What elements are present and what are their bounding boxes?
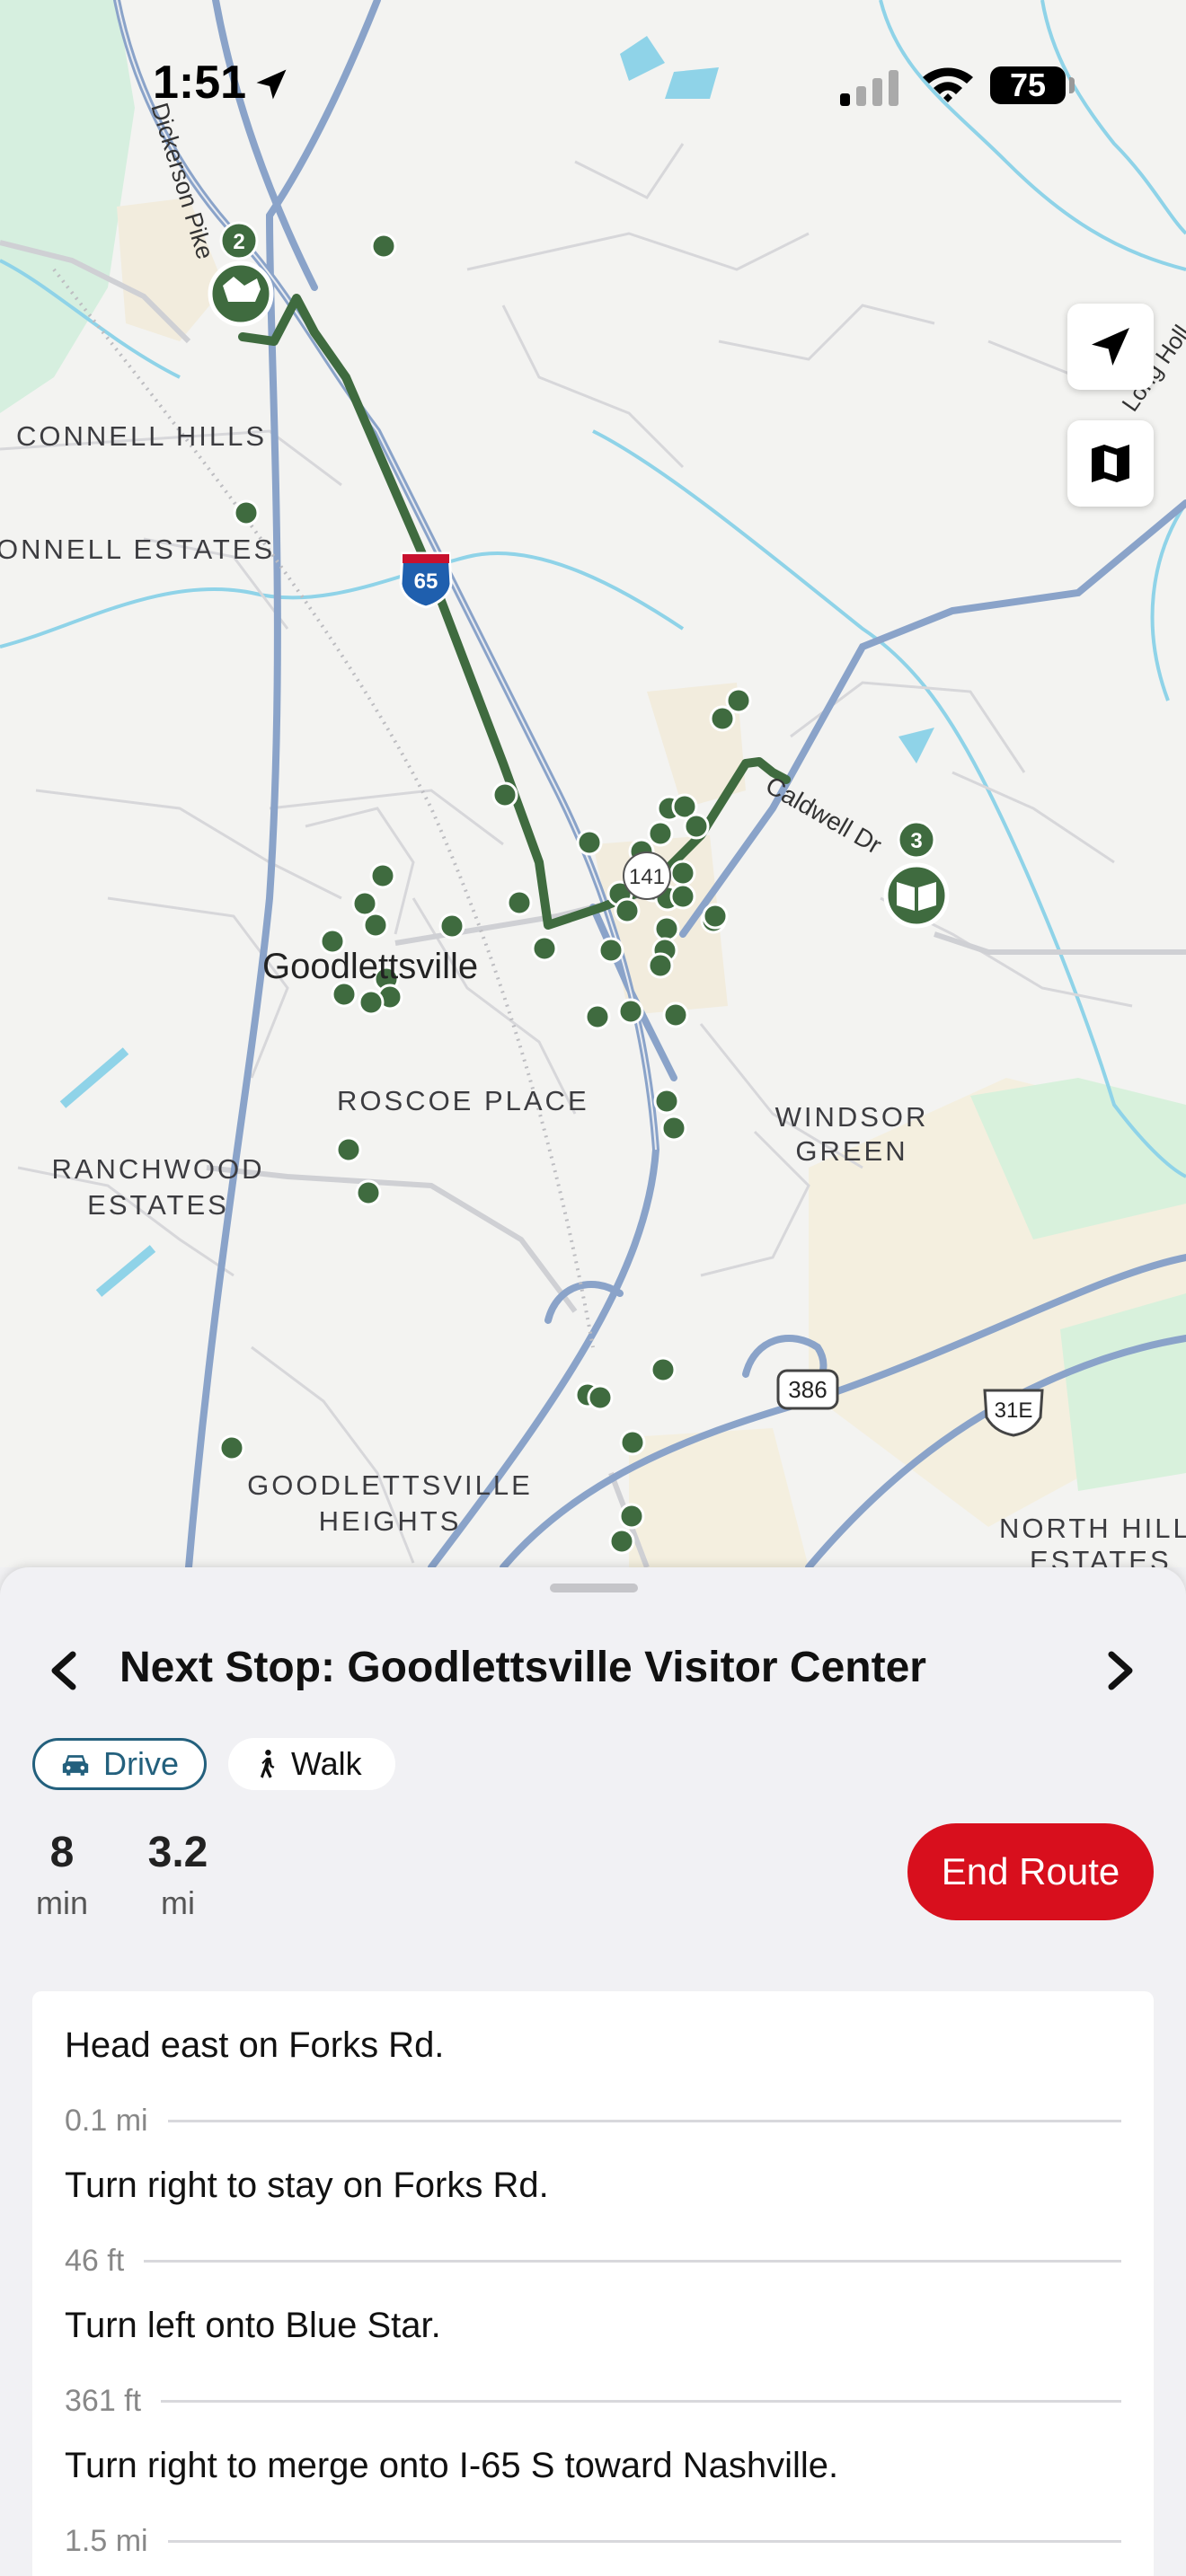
directions-list: Head east on Forks Rd. 0.1 mi Turn right…	[32, 1991, 1154, 2576]
trip-distance-value: 3.2	[147, 1829, 208, 1876]
list-item[interactable]: Head east on Forks Rd. 0.1 mi	[65, 2025, 1154, 2138]
direction-text: Head east on Forks Rd.	[65, 2025, 445, 2065]
sheet-grabber[interactable]	[550, 1584, 638, 1592]
location-arrow-icon	[1092, 328, 1129, 366]
direction-text: Turn left onto Blue Star.	[65, 2306, 441, 2345]
shield-386-label: 386	[788, 1376, 827, 1403]
stop-3-number: 3	[910, 829, 922, 853]
walking-person-icon	[260, 1749, 275, 1778]
drive-mode-button[interactable]: Drive	[32, 1738, 207, 1790]
direction-text: Turn right to merge onto I-65 S toward N…	[65, 2446, 839, 2485]
direction-text: Turn right to stay on Forks Rd.	[65, 2166, 549, 2205]
list-item[interactable]: Turn right to merge onto I-65 S toward N…	[65, 2446, 1154, 2558]
direction-distance: 46 ft	[65, 2243, 125, 2278]
trip-distance: 3.2 mi	[142, 1828, 214, 1922]
direction-distance: 361 ft	[65, 2383, 142, 2418]
divider	[161, 2399, 1121, 2403]
label-heights-1: GOODLETTSVILLE	[247, 1469, 533, 1501]
shield-31e-label: 31E	[995, 1398, 1033, 1423]
walk-mode-label: Walk	[291, 1745, 362, 1782]
label-roscoe-place: ROSCOE PLACE	[337, 1085, 589, 1116]
direction-distance: 0.1 mi	[65, 2103, 148, 2138]
previous-stop-button[interactable]	[32, 1639, 95, 1702]
eta-time: 8 min	[31, 1828, 93, 1922]
label-windsor: WINDSOR	[775, 1101, 929, 1133]
map-view[interactable]: 65 386 31E 141 2 3 CONNELL HILLS ONNELL …	[0, 0, 1186, 1567]
divider	[144, 2259, 1121, 2263]
label-connell-hills: CONNELL HILLS	[16, 420, 267, 452]
label-ranchwood-estates: ESTATES	[87, 1189, 229, 1221]
stop-navigation: Next Stop: Goodlettsville Visitor Center	[0, 1630, 1186, 1711]
label-goodlettsville: Goodlettsville	[262, 947, 478, 986]
eta-time-value: 8	[49, 1829, 75, 1876]
shield-i65-label: 65	[414, 569, 438, 594]
drive-mode-label: Drive	[103, 1745, 180, 1782]
divider	[167, 2119, 1121, 2122]
map-type-button[interactable]	[1067, 420, 1154, 507]
direction-distance: 1.5 mi	[65, 2523, 148, 2558]
label-ranchwood: RANCHWOOD	[51, 1153, 264, 1185]
chevron-right-icon	[1108, 1651, 1133, 1690]
list-item[interactable]: Turn left onto Blue Star. 361 ft	[65, 2306, 1154, 2418]
car-icon	[62, 1755, 89, 1776]
recenter-location-button[interactable]	[1067, 304, 1154, 390]
trip-distance-unit: mi	[161, 1884, 195, 1921]
end-route-button[interactable]: End Route	[907, 1823, 1154, 1920]
label-north-hills: NORTH HILLS	[999, 1513, 1186, 1544]
chevron-left-icon	[51, 1651, 76, 1690]
next-stop-title: Next Stop: Goodlettsville Visitor Center	[119, 1644, 926, 1691]
label-north-hills-estates: ESTATES	[1030, 1545, 1172, 1567]
directions-sheet: Next Stop: Goodlettsville Visitor Center…	[0, 1567, 1186, 2576]
label-windsor-green: GREEN	[795, 1135, 907, 1167]
label-connell-estates: ONNELL ESTATES	[0, 534, 275, 565]
list-item[interactable]: Turn right to stay on Forks Rd. 46 ft	[65, 2166, 1154, 2278]
label-heights-2: HEIGHTS	[319, 1505, 462, 1537]
route-marker-141-label: 141	[629, 865, 665, 889]
divider	[167, 2539, 1121, 2543]
shield-386-icon: 386	[776, 1369, 839, 1410]
stop-2-number: 2	[233, 230, 244, 254]
next-stop-button[interactable]	[1089, 1639, 1152, 1702]
walk-mode-button[interactable]: Walk	[228, 1738, 395, 1790]
eta-time-unit: min	[35, 1884, 88, 1921]
shield-i65-icon: 65	[399, 551, 453, 609]
map-icon	[1092, 445, 1129, 482]
